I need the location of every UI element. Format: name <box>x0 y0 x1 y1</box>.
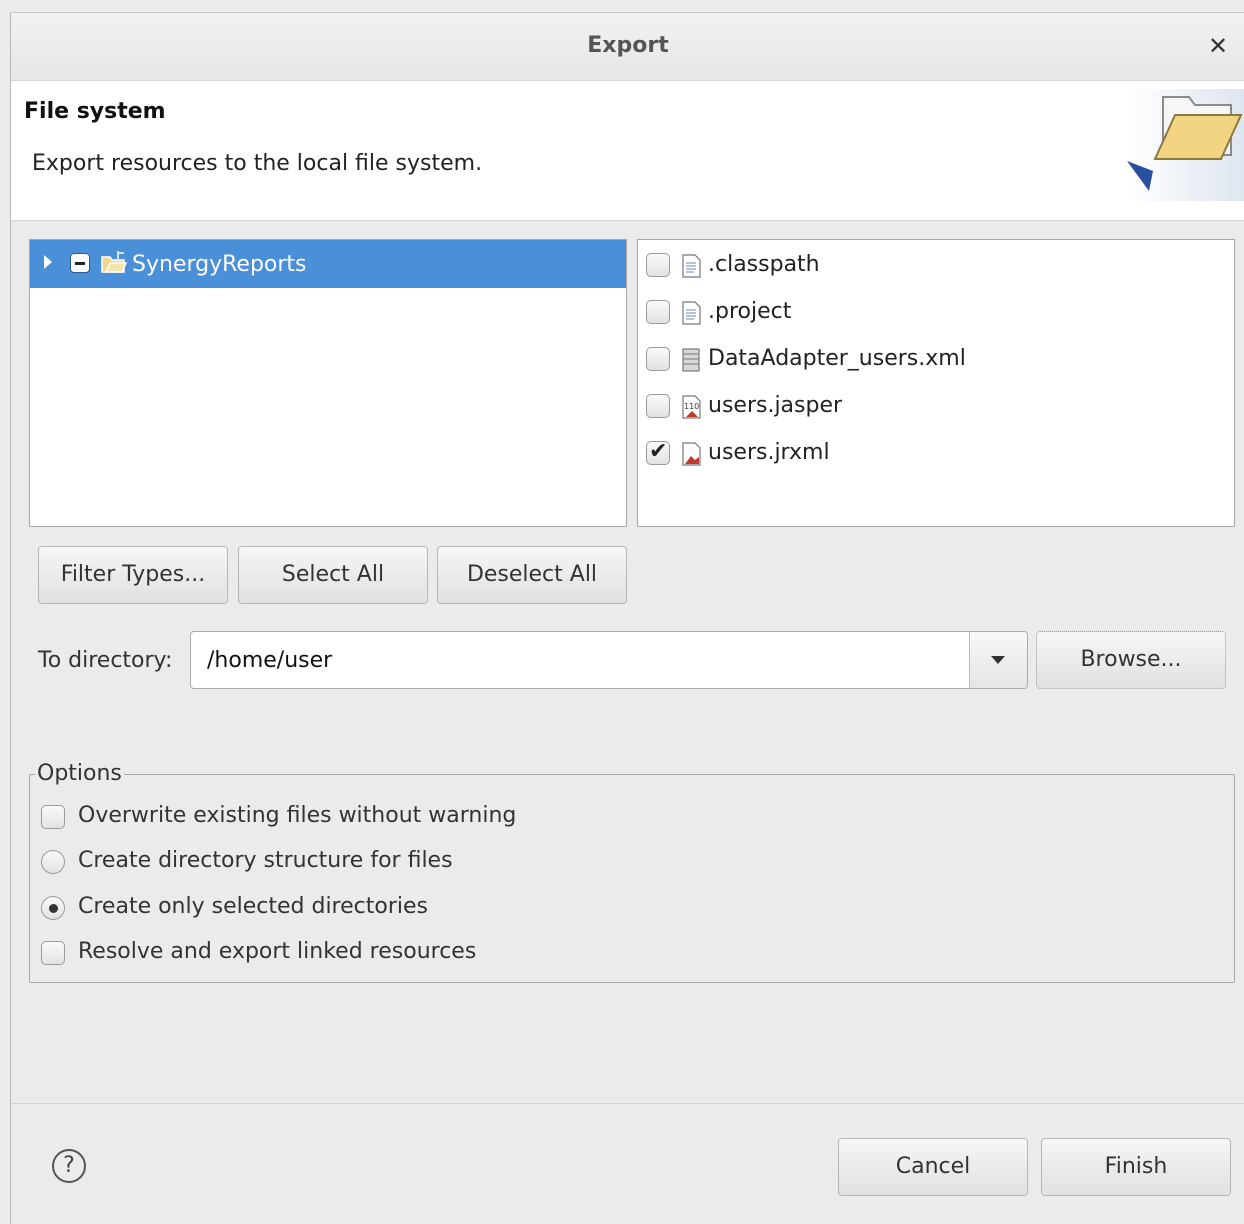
help-icon[interactable]: ? <box>52 1149 86 1183</box>
file-label: users.jrxml <box>708 440 830 465</box>
svg-text:110: 110 <box>684 402 699 411</box>
browse-button[interactable]: Browse... <box>1036 631 1226 689</box>
wizard-header: File system Export resources to the loca… <box>11 81 1244 221</box>
to-directory-label: To directory: <box>38 648 173 673</box>
file-label: DataAdapter_users.xml <box>708 346 966 371</box>
list-item[interactable]: 110 users.jasper <box>638 383 1234 430</box>
export-dialog: Export ✕ File system Export resources to… <box>10 12 1244 1224</box>
chevron-down-icon[interactable] <box>969 632 1027 688</box>
file-checkbox[interactable] <box>646 439 670 465</box>
create-selected-radio[interactable] <box>41 896 65 920</box>
list-item[interactable]: .classpath <box>638 242 1234 289</box>
jrxml-file-icon <box>682 442 701 466</box>
create-selected-option[interactable]: Create only selected directories <box>41 894 741 924</box>
project-folder-icon <box>101 251 128 273</box>
tri-state-checkbox[interactable] <box>70 253 90 273</box>
jasper-file-icon: 110 <box>682 395 701 419</box>
title-bar: Export ✕ <box>11 13 1244 81</box>
file-label: users.jasper <box>708 393 843 418</box>
text-file-icon <box>682 301 701 325</box>
list-item[interactable]: DataAdapter_users.xml <box>638 336 1234 383</box>
list-item[interactable]: .project <box>638 289 1234 336</box>
create-structure-radio[interactable] <box>41 850 65 874</box>
create-structure-label: Create directory structure for files <box>78 848 453 873</box>
file-checkbox[interactable] <box>646 394 670 418</box>
directory-input[interactable]: /home/user <box>207 648 332 673</box>
dialog-title: Export <box>587 33 669 58</box>
expand-arrow-icon[interactable] <box>44 255 52 269</box>
resolve-linked-checkbox[interactable] <box>41 941 65 965</box>
file-checkbox[interactable] <box>646 347 670 371</box>
close-icon[interactable]: ✕ <box>1205 31 1231 61</box>
file-checkbox[interactable] <box>646 253 670 277</box>
page-description: Export resources to the local file syste… <box>32 151 483 176</box>
create-selected-label: Create only selected directories <box>78 894 428 919</box>
directory-combo[interactable]: /home/user <box>190 631 1028 689</box>
file-checkbox[interactable] <box>646 300 670 324</box>
list-item[interactable]: users.jrxml <box>638 430 1234 477</box>
overwrite-label: Overwrite existing files without warning <box>78 803 517 828</box>
options-legend: Options <box>35 761 124 786</box>
resolve-linked-label: Resolve and export linked resources <box>78 939 477 964</box>
overwrite-option[interactable]: Overwrite existing files without warning <box>41 803 741 833</box>
page-title: File system <box>24 99 166 124</box>
cancel-button[interactable]: Cancel <box>838 1138 1028 1196</box>
finish-button[interactable]: Finish <box>1041 1138 1231 1196</box>
data-adapter-icon <box>682 348 700 372</box>
filter-types-button[interactable]: Filter Types... <box>38 546 228 604</box>
file-list[interactable]: .classpath .project DataAdapter_users.xm… <box>637 239 1235 527</box>
create-structure-option[interactable]: Create directory structure for files <box>41 848 741 878</box>
footer-separator <box>11 1103 1244 1104</box>
tree-item-label: SynergyReports <box>132 252 307 277</box>
resolve-linked-option[interactable]: Resolve and export linked resources <box>41 939 741 969</box>
export-folder-icon <box>1127 89 1244 201</box>
select-all-button[interactable]: Select All <box>238 546 428 604</box>
text-file-icon <box>682 254 701 278</box>
deselect-all-button[interactable]: Deselect All <box>437 546 627 604</box>
file-label: .project <box>708 299 792 324</box>
tree-item-synergyreports[interactable]: SynergyReports <box>30 240 626 288</box>
file-label: .classpath <box>708 252 820 277</box>
folder-tree[interactable]: SynergyReports <box>29 239 627 527</box>
overwrite-checkbox[interactable] <box>41 805 65 829</box>
